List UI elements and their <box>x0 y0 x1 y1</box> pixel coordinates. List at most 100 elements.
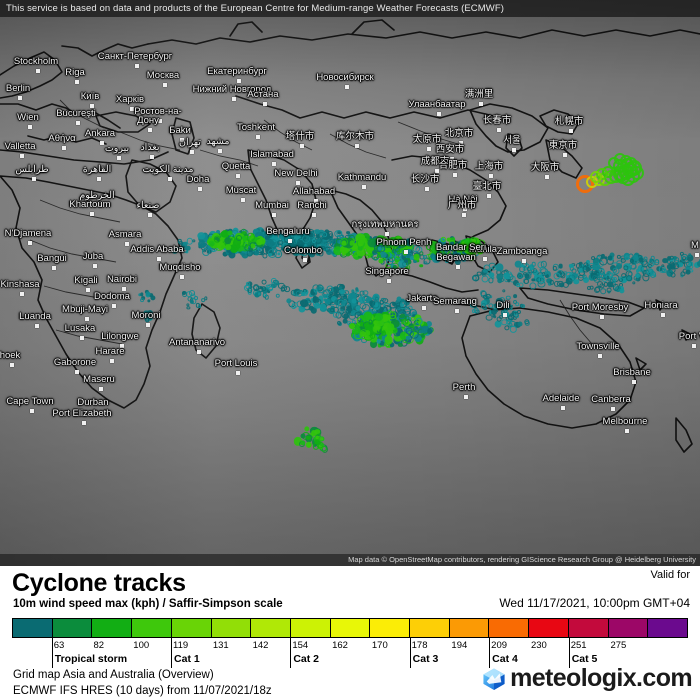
city-marker-dot <box>479 102 483 106</box>
city-marker-dot <box>661 313 665 317</box>
valid-for-label: Valid for <box>650 569 690 581</box>
tick-value: 154 <box>292 640 309 651</box>
tick-value: 251 <box>570 640 587 651</box>
category-divider <box>409 638 411 668</box>
city-marker-dot <box>75 370 79 374</box>
city-marker-dot <box>314 199 318 203</box>
city-marker-dot <box>355 144 359 148</box>
color-swatch[interactable] <box>171 619 212 637</box>
footer-grid-map: Grid map Asia and Australia (Overview) <box>13 669 214 681</box>
city-marker-dot <box>148 213 152 217</box>
tick-value: 142 <box>252 640 269 651</box>
category-divider <box>290 638 292 668</box>
color-swatch[interactable] <box>251 619 291 637</box>
city-marker-dot <box>10 363 14 367</box>
city-marker-dot <box>93 264 97 268</box>
city-marker-dot <box>272 162 276 166</box>
color-swatch[interactable] <box>568 619 609 637</box>
color-bar[interactable] <box>12 618 688 638</box>
color-swatch[interactable] <box>608 619 649 637</box>
city-marker-dot <box>180 275 184 279</box>
city-marker-dot <box>237 79 241 83</box>
city-marker-dot <box>32 177 36 181</box>
category-label: Cat 3 <box>412 653 439 665</box>
city-marker-dot <box>75 80 79 84</box>
city-marker-dot <box>218 149 222 153</box>
city-marker-dot <box>463 207 467 211</box>
city-marker-dot <box>20 154 24 158</box>
city-marker-dot <box>437 112 441 116</box>
city-marker-dot <box>453 173 457 177</box>
city-marker-dot <box>625 429 629 433</box>
city-marker-dot <box>62 146 66 150</box>
city-marker-dot <box>695 253 699 257</box>
city-marker-dot <box>197 350 201 354</box>
city-marker-dot <box>130 107 134 111</box>
city-marker-dot <box>422 306 426 310</box>
city-marker-dot <box>18 96 22 100</box>
color-swatch[interactable] <box>92 619 133 637</box>
city-marker-dot <box>545 175 549 179</box>
city-marker-dot <box>404 250 408 254</box>
city-marker-dot <box>288 239 292 243</box>
coastline-layer <box>0 0 700 566</box>
category-divider <box>51 638 53 668</box>
valid-for-date: Wed 11/17/2021, 10:00pm GMT+04 <box>499 596 690 610</box>
city-marker-dot <box>692 344 696 348</box>
ecmwf-notice-bar: This service is based on data and produc… <box>0 0 700 17</box>
city-marker-dot <box>97 203 101 207</box>
weather-map[interactable]: Stockholm Санкт-Петербург Riga Москва Екатер… <box>0 0 700 566</box>
tick-value: 119 <box>173 640 189 651</box>
city-marker-dot <box>52 266 56 270</box>
city-marker-dot <box>90 104 94 108</box>
city-marker-dot <box>427 147 431 151</box>
color-swatch[interactable] <box>410 619 450 637</box>
color-swatch[interactable] <box>13 619 53 637</box>
city-marker-dot <box>561 406 565 410</box>
city-marker-dot <box>456 265 460 269</box>
city-marker-dot <box>90 212 94 216</box>
color-swatch[interactable] <box>370 619 411 637</box>
city-marker-dot <box>146 323 150 327</box>
city-marker-dot <box>80 336 84 340</box>
category-label: Tropical storm <box>54 653 128 665</box>
city-marker-dot <box>464 395 468 399</box>
legend-panel: Cyclone tracks 10m wind speed max (kph) … <box>0 566 700 700</box>
city-marker-dot <box>97 177 101 181</box>
city-marker-dot <box>86 288 90 292</box>
color-swatch[interactable] <box>290 619 331 637</box>
color-swatch[interactable] <box>211 619 252 637</box>
color-swatch[interactable] <box>648 619 687 637</box>
tick-value: 63 <box>53 640 65 651</box>
brand-text: meteologix.com <box>510 664 693 692</box>
city-marker-dot <box>85 317 89 321</box>
city-marker-dot <box>36 69 40 73</box>
meteologix-brand[interactable]: meteologix.com <box>481 664 693 693</box>
color-swatch[interactable] <box>529 619 569 637</box>
city-marker-dot <box>110 359 114 363</box>
tick-value: 194 <box>451 640 468 651</box>
city-marker-dot <box>82 421 86 425</box>
city-marker-dot <box>263 102 267 106</box>
city-marker-dot <box>345 85 349 89</box>
city-marker-dot <box>300 144 304 148</box>
city-marker-dot <box>487 194 491 198</box>
color-swatch[interactable] <box>132 619 172 637</box>
city-marker-dot <box>120 344 124 348</box>
color-swatch[interactable] <box>52 619 93 637</box>
color-swatch[interactable] <box>489 619 530 637</box>
color-swatch[interactable] <box>449 619 490 637</box>
city-marker-dot <box>522 259 526 263</box>
city-marker-dot <box>117 156 121 160</box>
city-marker-dot <box>198 187 202 191</box>
city-marker-dot <box>497 128 501 132</box>
city-marker-dot <box>236 371 240 375</box>
footer-model-run: ECMWF IFS HRES (10 days) from 11/07/2021… <box>13 685 272 697</box>
city-marker-dot <box>632 380 636 384</box>
city-marker-dot <box>93 410 97 414</box>
city-marker-dot <box>450 157 454 161</box>
city-marker-dot <box>28 241 32 245</box>
city-marker-dot <box>157 257 161 261</box>
color-swatch[interactable] <box>330 619 371 637</box>
city-marker-dot <box>76 121 80 125</box>
